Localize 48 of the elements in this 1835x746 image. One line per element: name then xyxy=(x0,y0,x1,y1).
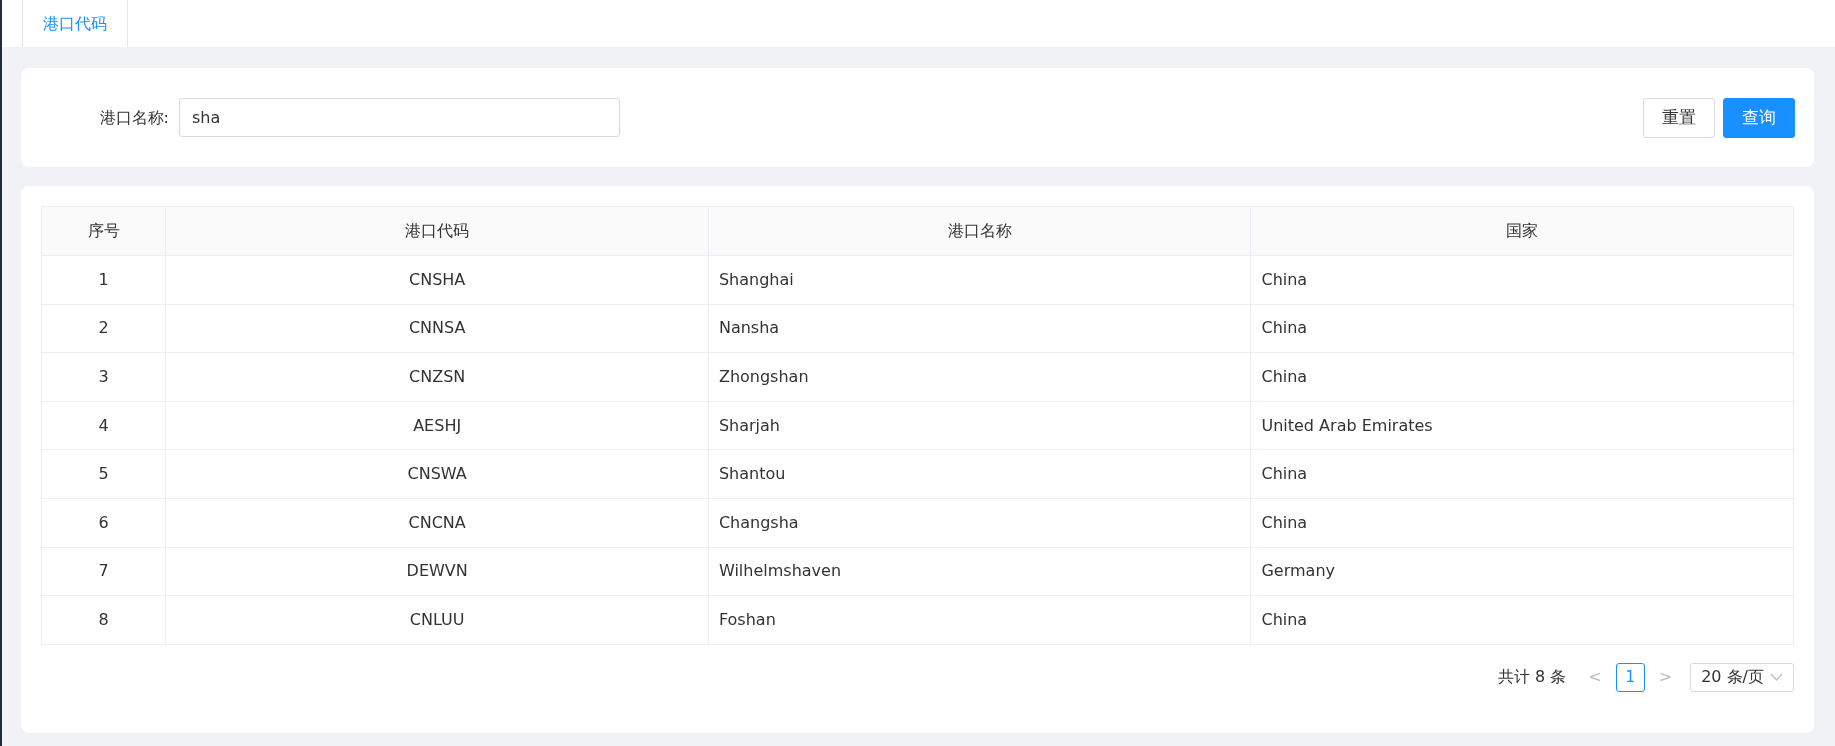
table-cell: Changsha xyxy=(708,498,1251,548)
table-cell: CNZSN xyxy=(165,352,709,402)
page-size-text: 20 条/页 xyxy=(1701,666,1764,689)
table-cell: CNLUU xyxy=(165,595,709,645)
table-cell: Zhongshan xyxy=(708,352,1251,402)
page-button[interactable]: 1 xyxy=(1615,662,1645,692)
table-cell: Shanghai xyxy=(708,255,1251,305)
search-field[interactable]: sha xyxy=(179,98,620,137)
table-cell: Nansha xyxy=(708,304,1251,353)
next-page-button[interactable]: > xyxy=(1654,665,1677,690)
table-cell: China xyxy=(1250,304,1794,353)
table-cell: 4 xyxy=(41,401,166,450)
table-cell: CNCNA xyxy=(165,498,709,548)
column-header: 港口名称 xyxy=(708,206,1251,256)
field-label: 港口名称: xyxy=(98,106,170,129)
table-cell: United Arab Emirates xyxy=(1250,401,1794,450)
tab[interactable]: 港口代码 xyxy=(22,0,128,47)
column-header: 序号 xyxy=(41,206,166,256)
table-cell: China xyxy=(1250,498,1794,548)
table-cell: 7 xyxy=(41,547,166,596)
table-cell: CNSWA xyxy=(165,449,709,499)
table-cell: China xyxy=(1250,449,1794,499)
table-cell: 2 xyxy=(41,304,166,353)
reset-button[interactable]: 重置 xyxy=(1643,97,1715,138)
page-size-select[interactable]: 20 条/页 xyxy=(1690,662,1794,692)
table-cell: China xyxy=(1250,352,1794,402)
search-button[interactable]: 查询 xyxy=(1723,97,1795,138)
table-cell: Wilhelmshaven xyxy=(708,547,1251,596)
table-cell: AESHJ xyxy=(165,401,709,450)
table-cell: CNSHA xyxy=(165,255,709,305)
table-cell: DEWVN xyxy=(165,547,709,596)
table-cell: 6 xyxy=(41,498,166,548)
column-header: 国家 xyxy=(1250,206,1794,256)
table-cell: 8 xyxy=(41,595,166,645)
table-cell: Foshan xyxy=(708,595,1251,645)
table-cell: China xyxy=(1250,255,1794,305)
table-cell: 5 xyxy=(41,449,166,499)
table-cell: 1 xyxy=(41,255,166,305)
table-cell: Sharjah xyxy=(708,401,1251,450)
table-cell: CNNSA xyxy=(165,304,709,353)
table-cell: China xyxy=(1250,595,1794,645)
table-cell: Germany xyxy=(1250,547,1794,596)
table-cell: 3 xyxy=(41,352,166,402)
chevron-down-icon xyxy=(1770,673,1783,682)
prev-page-button[interactable]: < xyxy=(1584,665,1606,690)
column-header: 港口代码 xyxy=(165,206,709,256)
table-cell: Shantou xyxy=(708,449,1251,499)
total-count: 共计 8 条 xyxy=(1498,666,1567,689)
